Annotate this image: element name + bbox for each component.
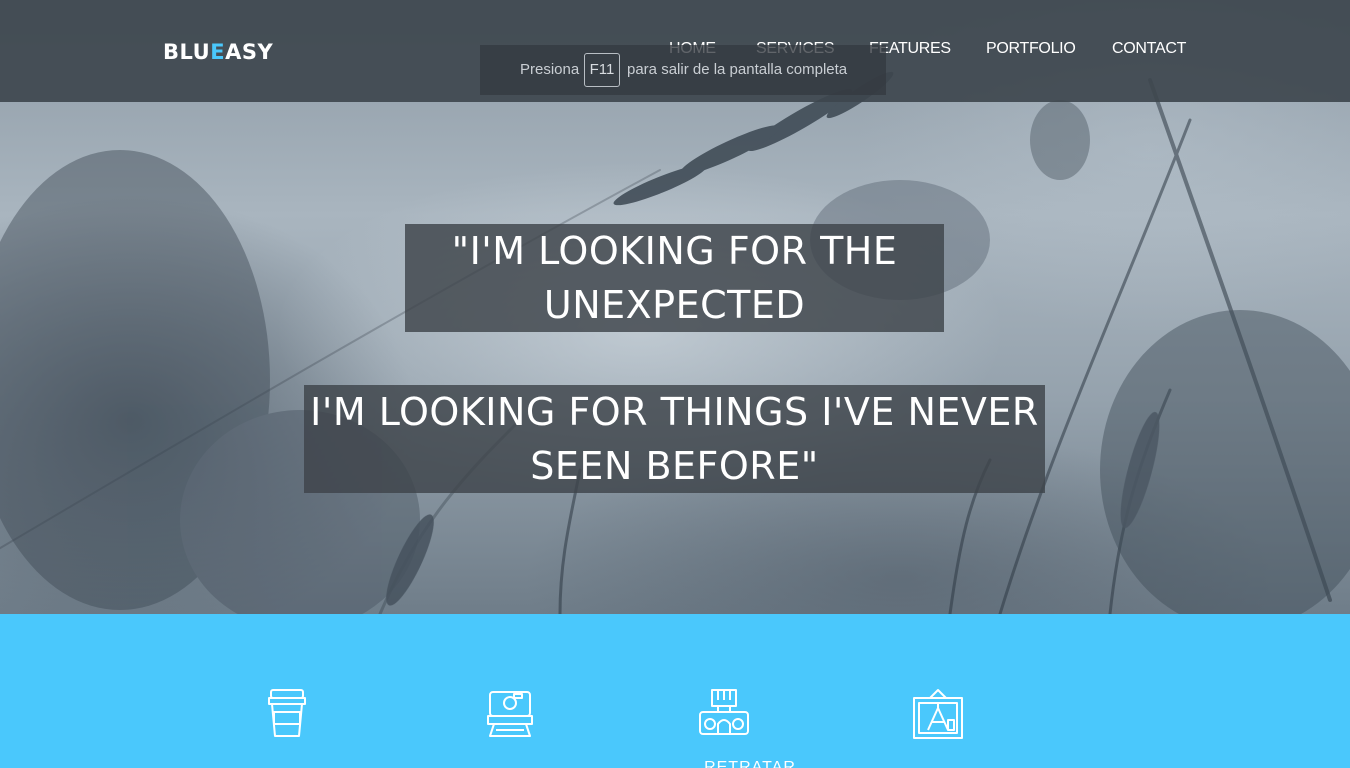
instant-camera-icon [487,691,533,737]
features-section: RETRATAR [0,614,1350,768]
fullscreen-exit-notice: Presiona F11 para salir de la pantalla c… [480,45,886,95]
feature-label-portrait: RETRATAR [690,760,810,768]
hero-quote-2-text-b: SEEN BEFORE" [530,444,819,488]
brand-logo-suffix: ASY [225,40,274,64]
framed-picture-icon [913,689,963,739]
fullscreen-notice-prefix: Presiona [520,61,580,78]
hero-quote-1-text-b: UNEXPECTED [543,283,806,327]
brand-logo[interactable]: BLUEASY [163,40,273,66]
hero-quote-1-text-a: "I'M LOOKING FOR THE [451,229,898,273]
coffee-cup-icon [268,689,306,737]
brand-logo-prefix: BLU [163,40,211,64]
hero-quote-line-1: "I'M LOOKING FOR THE UNEXPECTED [405,224,944,332]
brand-logo-accent: E [210,40,226,64]
f11-key-badge: F11 [584,53,620,87]
nav-item-portfolio[interactable]: PORTFOLIO [986,40,1076,62]
vintage-camera-icon [699,689,749,735]
nav-item-contact[interactable]: CONTACT [1112,40,1186,62]
hero-quote-line-2: I'M LOOKING FOR THINGS I'VE NEVER SEEN B… [304,385,1045,493]
hero-quote-2-text-a: I'M LOOKING FOR THINGS I'VE NEVER [310,390,1039,434]
fullscreen-notice-suffix: para salir de la pantalla completa [627,61,848,78]
